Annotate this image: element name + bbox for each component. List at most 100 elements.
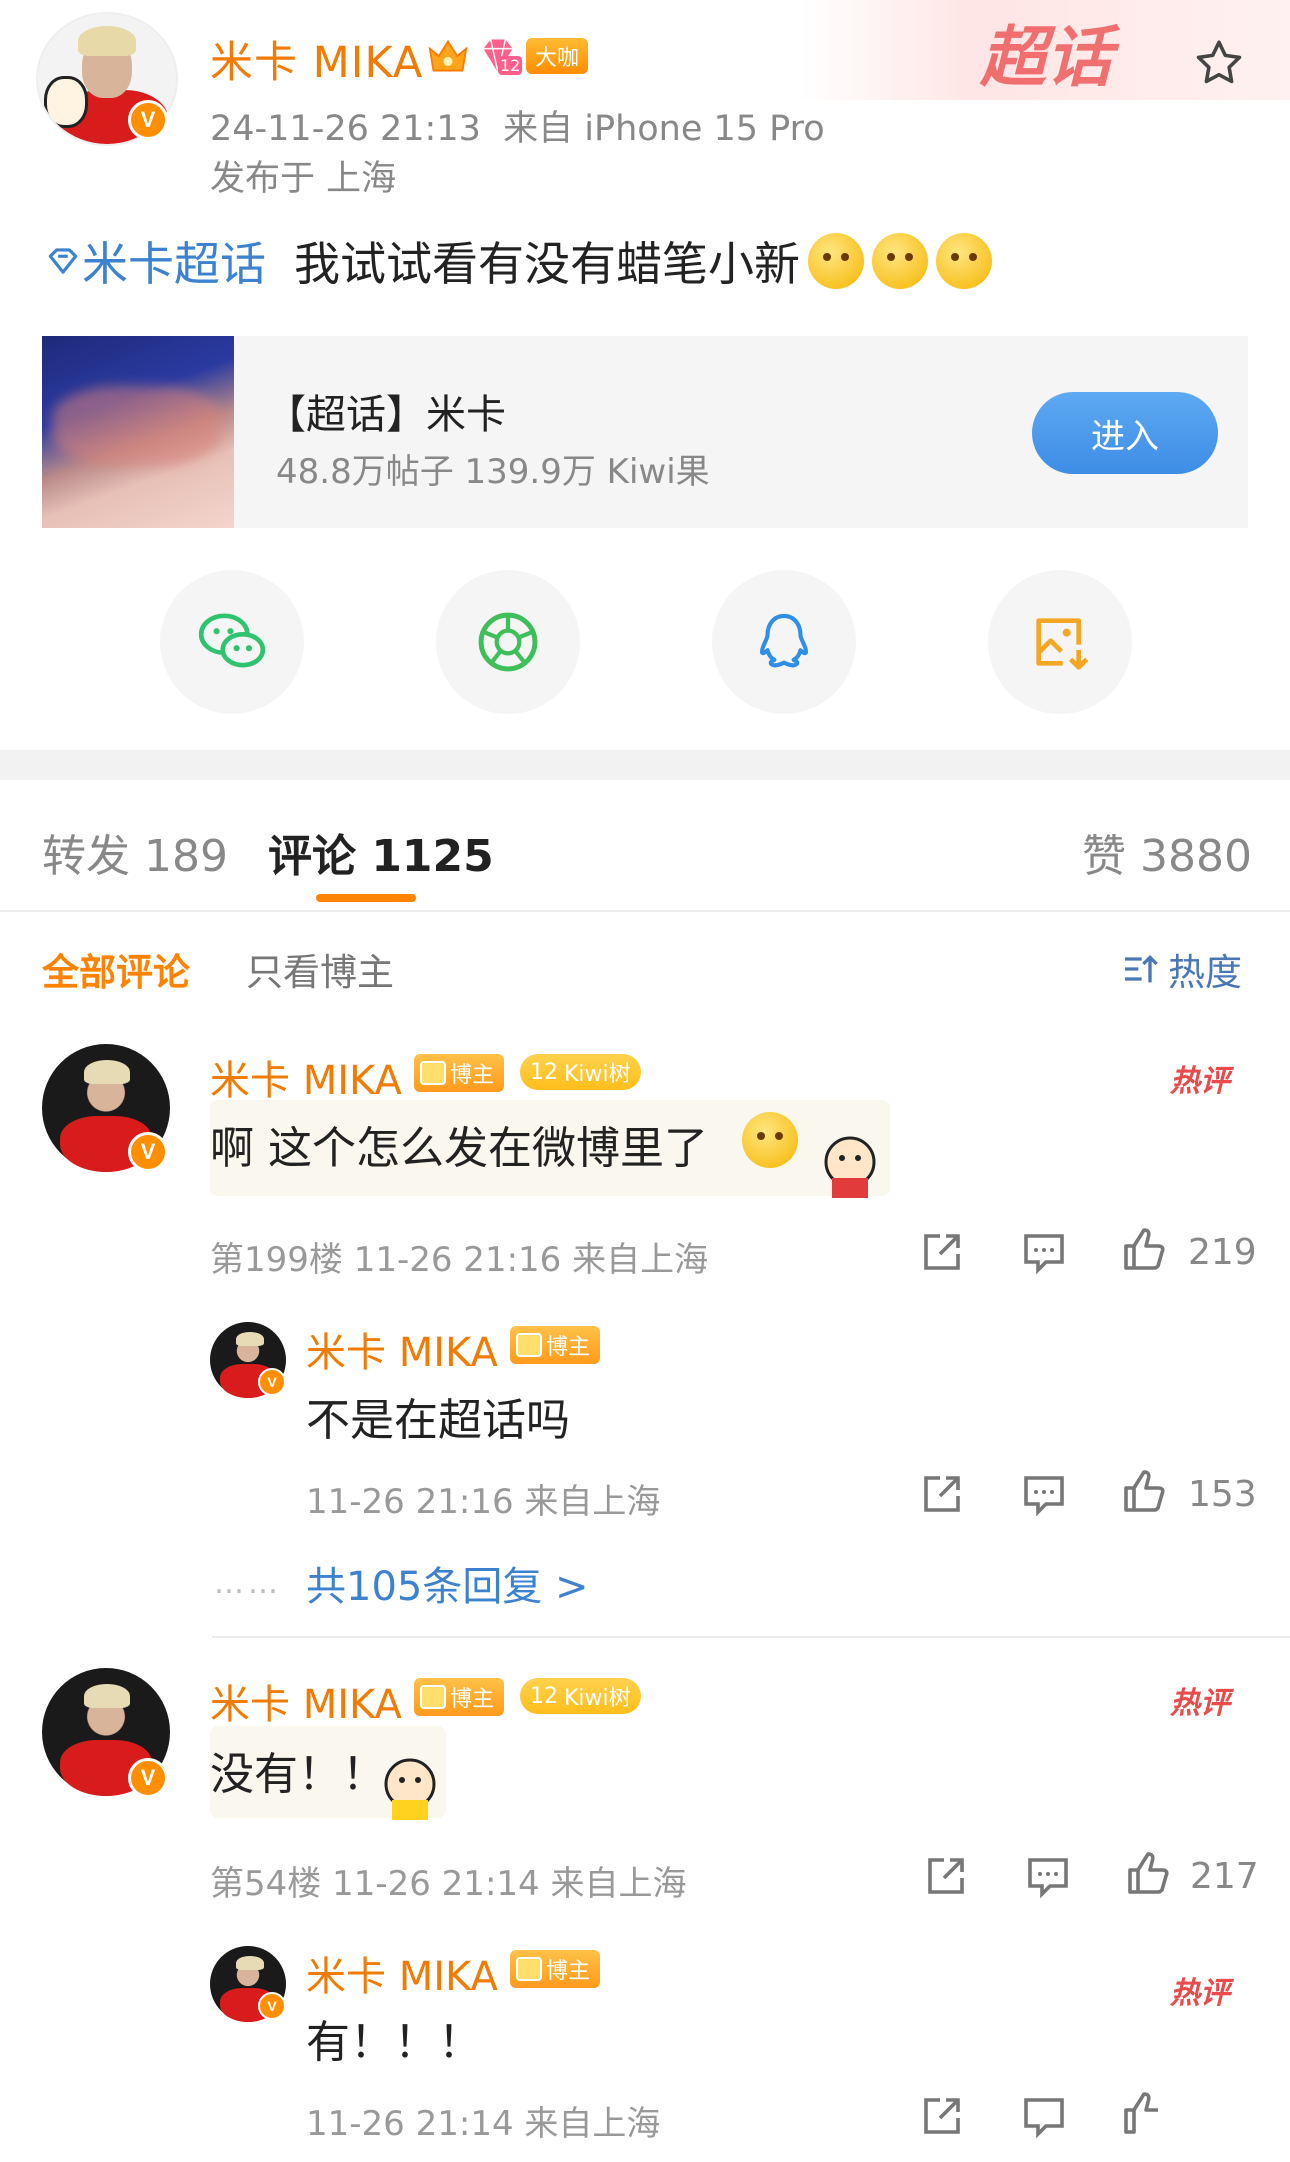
- topic-thumbnail: [42, 336, 234, 528]
- reply-author[interactable]: 米卡 MIKA: [306, 1944, 498, 2002]
- emoji-icon: [742, 1112, 798, 1168]
- like-count: 217: [1190, 1856, 1259, 1897]
- share-icon[interactable]: [918, 1228, 966, 1276]
- kiwi-badge-label: Kiwi树: [564, 1062, 631, 1087]
- smile-emoji-icon: [936, 233, 992, 289]
- post-time: 24-11-26 21:13: [210, 109, 481, 149]
- enter-topic-button[interactable]: 进入: [1032, 392, 1218, 474]
- save-image-button[interactable]: [988, 570, 1132, 714]
- reply-author[interactable]: 米卡 MIKA: [306, 1320, 498, 1378]
- author-name[interactable]: 米卡 MIKA: [210, 28, 423, 90]
- topic-link-label[interactable]: 米卡超话: [82, 228, 266, 294]
- filter-all-comments[interactable]: 全部评论: [42, 942, 190, 996]
- crown-icon: [428, 39, 468, 72]
- share-moments-button[interactable]: [436, 570, 580, 714]
- verified-icon: V: [258, 1368, 286, 1396]
- like-icon[interactable]: [1120, 1226, 1168, 1274]
- qq-icon: [759, 613, 809, 668]
- like-count: 153: [1188, 1474, 1257, 1515]
- topic-title: 【超话】米卡: [266, 392, 506, 438]
- tab-likes[interactable]: 赞 3880: [1082, 820, 1252, 884]
- host-badge-label: 博主: [450, 1063, 495, 1088]
- like-count: 219: [1188, 1232, 1257, 1273]
- star-icon[interactable]: [1192, 36, 1246, 90]
- host-badge: 博主: [414, 1054, 505, 1092]
- comment-divider: [212, 1636, 1290, 1638]
- share-icon[interactable]: [918, 2092, 966, 2140]
- verified-icon: V: [128, 1758, 168, 1798]
- shinchan-sticker-icon: [800, 1130, 900, 1206]
- sort-by-hot[interactable]: 热度: [1120, 942, 1242, 996]
- share-wechat-button[interactable]: [160, 570, 304, 714]
- host-badge-label: 博主: [450, 1687, 495, 1712]
- more-dots: ……: [214, 1566, 282, 1601]
- thinking-emoji-icon: [808, 233, 864, 289]
- like-icon[interactable]: [1120, 1468, 1168, 1516]
- diamond-icon: 12: [476, 34, 523, 78]
- host-badge: 博主: [510, 1950, 601, 1988]
- level-number: 12: [498, 56, 523, 75]
- topic-link[interactable]: 米卡超话: [44, 228, 266, 294]
- shinchan-sticker-icon: [360, 1752, 460, 1828]
- reply-meta: 11-26 21:16 来自上海: [306, 1482, 661, 1522]
- post-location: 发布于 上海: [210, 159, 397, 199]
- comment-icon[interactable]: [1020, 2092, 1068, 2140]
- post-content: 米卡超话 我试试看有没有蜡笔小新: [44, 228, 992, 294]
- share-qq-button[interactable]: [712, 570, 856, 714]
- comment-author[interactable]: 米卡 MIKA: [210, 1048, 402, 1106]
- verified-icon: V: [128, 1132, 168, 1172]
- sort-icon: [1125, 954, 1158, 983]
- comment-text: 啊 这个怎么发在微博里了: [210, 1123, 708, 1174]
- tab-repost[interactable]: 转发 189: [42, 820, 228, 884]
- sort-label[interactable]: 热度: [1168, 942, 1242, 996]
- active-tab-indicator: [316, 894, 416, 902]
- host-badge: 博主: [414, 1678, 505, 1716]
- tabs-divider: [0, 910, 1290, 912]
- moments-icon: [478, 612, 538, 672]
- share-icon[interactable]: [922, 1852, 970, 1900]
- comment-icon[interactable]: [1020, 1228, 1068, 1276]
- crown-icon: [420, 1061, 446, 1085]
- kiwi-badge: 12 Kiwi树: [520, 1054, 641, 1090]
- crown-icon: [516, 1957, 542, 1981]
- supertopic-watermark: 超话: [980, 19, 1112, 96]
- wechat-icon: [198, 613, 266, 668]
- more-replies-link[interactable]: 共105条回复 >: [306, 1554, 589, 1612]
- excited-emoji-icon: [872, 233, 928, 289]
- reply-text: 不是在超话吗: [306, 1395, 570, 1446]
- verified-icon: V: [128, 100, 168, 140]
- kiwi-level: 12: [530, 1683, 558, 1709]
- kiwi-badge-label: Kiwi树: [564, 1686, 631, 1711]
- crown-icon: [516, 1333, 542, 1357]
- tab-comments[interactable]: 评论 1125: [268, 820, 494, 884]
- post-source: 来自 iPhone 15 Pro: [503, 109, 825, 149]
- post-meta: 24-11-26 21:13 来自 iPhone 15 Pro: [210, 100, 825, 151]
- host-badge-label: 博主: [546, 1959, 591, 1984]
- host-badge: 博主: [510, 1326, 601, 1364]
- hot-comment-badge: 热评: [1170, 1976, 1230, 2011]
- like-icon[interactable]: [1124, 1850, 1172, 1898]
- share-icon[interactable]: [918, 1470, 966, 1518]
- comment-author[interactable]: 米卡 MIKA: [210, 1672, 402, 1730]
- comment-icon[interactable]: [1020, 1470, 1068, 1518]
- save-image-icon: [1036, 618, 1089, 670]
- filter-op-only[interactable]: 只看博主: [246, 942, 394, 996]
- post-text: 我试试看有没有蜡笔小新: [294, 237, 800, 291]
- comment-icon[interactable]: [1024, 1852, 1072, 1900]
- like-icon[interactable]: [1120, 2090, 1168, 2138]
- topic-stats: 48.8万帖子 139.9万 Kiwi果: [276, 452, 710, 492]
- reply-text: 有！！！: [306, 2017, 482, 2068]
- section-divider: [0, 750, 1290, 780]
- kiwi-badge: 12 Kiwi树: [520, 1678, 641, 1714]
- kiwi-level: 12: [530, 1059, 558, 1085]
- host-badge-label: 博主: [546, 1335, 591, 1360]
- supertopic-diamond-icon: [48, 248, 78, 274]
- verified-icon: V: [258, 1992, 286, 2020]
- comment-meta: 第54楼 11-26 21:14 来自上海: [210, 1864, 687, 1904]
- vip-badge: 大咖: [526, 38, 588, 74]
- crown-icon: [420, 1685, 446, 1709]
- hot-comment-badge: 热评: [1170, 1686, 1230, 1721]
- hot-comment-badge: 热评: [1170, 1064, 1230, 1099]
- reply-meta: 11-26 21:14 来自上海: [306, 2104, 661, 2144]
- comment-meta: 第199楼 11-26 21:16 来自上海: [210, 1240, 709, 1280]
